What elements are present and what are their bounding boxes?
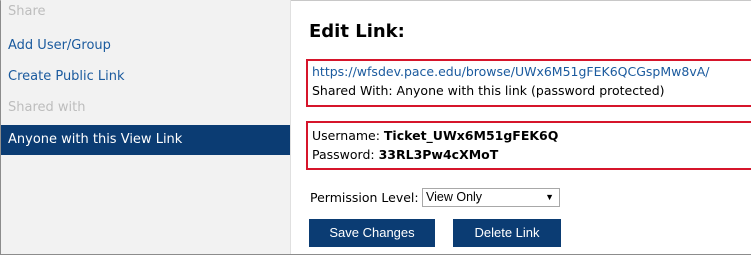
sidebar: Share Add User/Group Create Public Link … [1, 0, 290, 254]
credentials-box: Username: Ticket_UWx6M51gFEK6Q Password:… [306, 121, 751, 170]
password-value: 33RL3Pw4cXMoT [378, 147, 499, 162]
link-info-box: https://wfsdev.pace.edu/browse/UWx6M51gF… [306, 59, 751, 107]
sidebar-item-anyone-view-link[interactable]: Anyone with this View Link [1, 125, 290, 155]
permission-level-select[interactable]: View Only ▼ [422, 188, 560, 207]
sidebar-header-shared-with: Shared with [8, 100, 86, 115]
save-changes-button[interactable]: Save Changes [309, 219, 435, 247]
sidebar-header-share: Share [8, 4, 46, 19]
sidebar-item-create-public-link[interactable]: Create Public Link [1, 62, 290, 92]
share-link-url[interactable]: https://wfsdev.pace.edu/browse/UWx6M51gF… [312, 64, 710, 79]
password-line: Password: 33RL3Pw4cXMoT [312, 147, 498, 162]
page-title: Edit Link: [309, 21, 405, 42]
username-label: Username: [312, 128, 384, 143]
edit-link-panel: Edit Link: https://wfsdev.pace.edu/brows… [291, 0, 751, 254]
username-line: Username: Ticket_UWx6M51gFEK6Q [312, 128, 558, 143]
password-label: Password: [312, 147, 379, 162]
username-value: Ticket_UWx6M51gFEK6Q [383, 128, 559, 143]
sidebar-item-add-user-group[interactable]: Add User/Group [1, 31, 290, 61]
delete-link-button[interactable]: Delete Link [453, 219, 561, 247]
permission-label: Permission Level: [310, 190, 419, 205]
chevron-down-icon: ▼ [545, 192, 554, 202]
permission-selected-value: View Only [426, 190, 483, 204]
shared-with-text: Shared With: Anyone with this link (pass… [312, 83, 665, 98]
